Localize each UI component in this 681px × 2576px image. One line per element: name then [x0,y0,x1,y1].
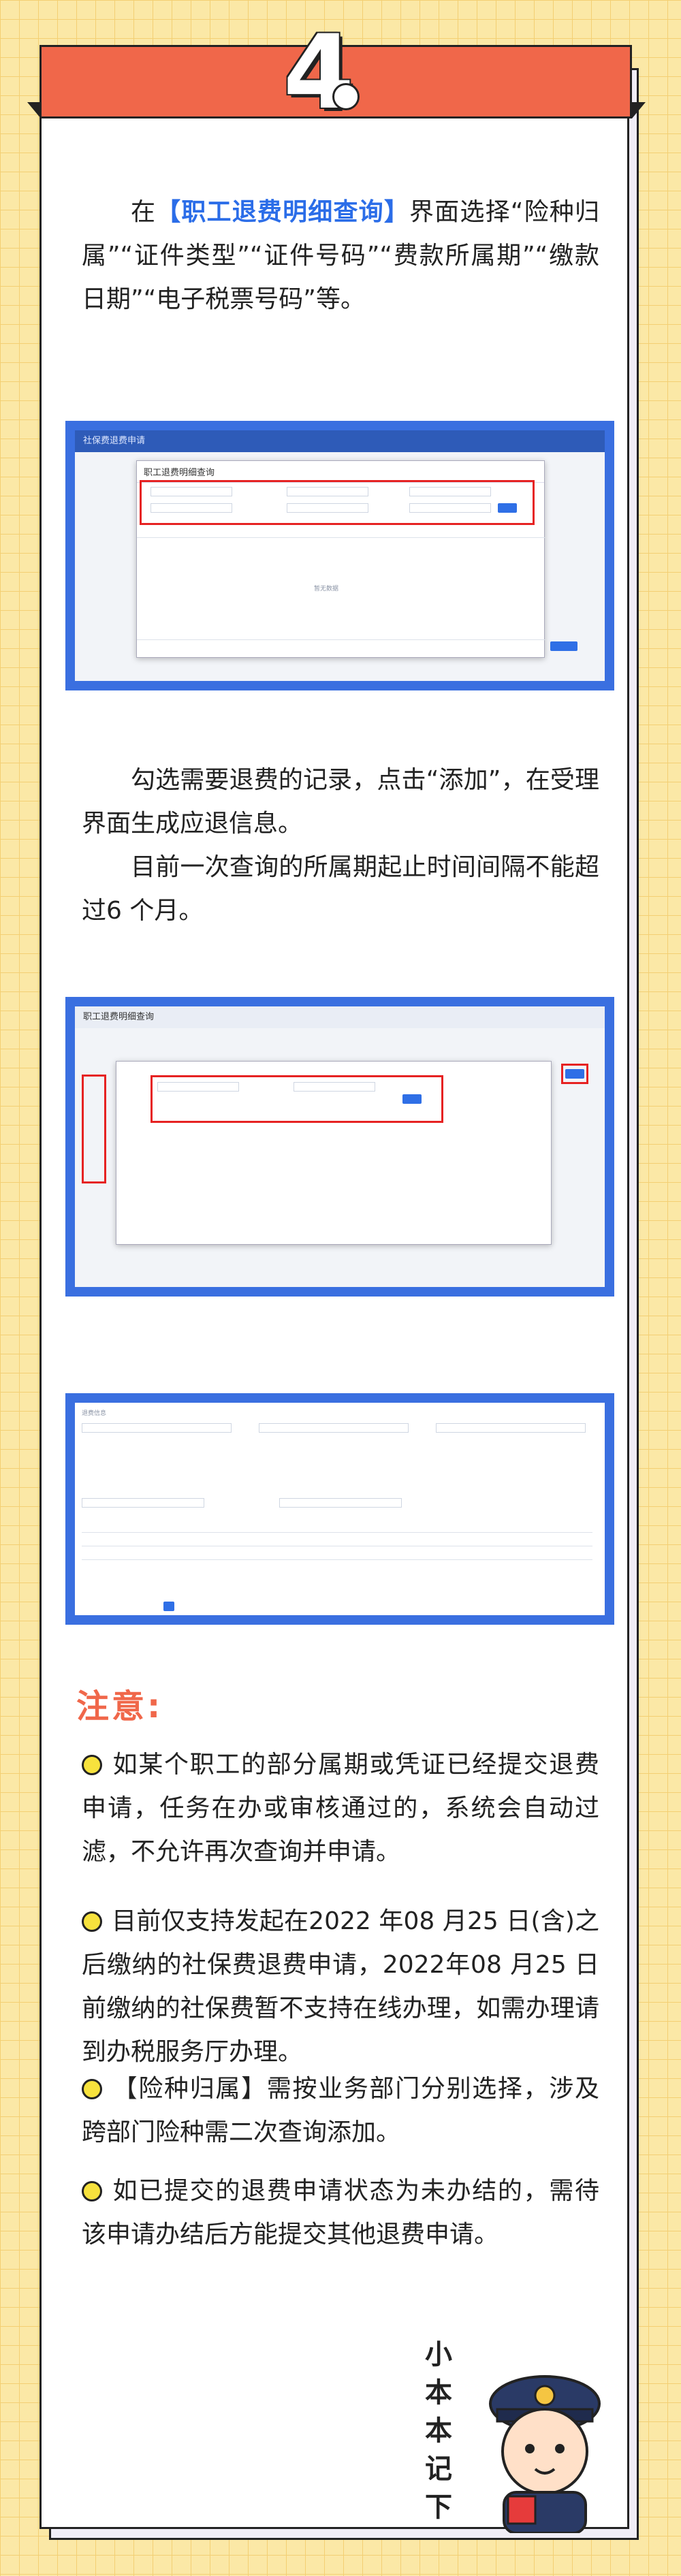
intro-highlight: 【职工退费明细查询】 [156,198,410,226]
notice-text-1: 如某个职工的部分属期或凭证已经提交退费申请，任务在办或审核通过的，系统会自动过滤… [82,1751,599,1866]
intro-paragraph: 在【职工退费明细查询】界面选择“险种归属”“证件类型”“证件号码”“费款所属期”… [82,191,599,321]
notice-item-2: 目前仅支持发起在2022 年08 月25 日(含)之后缴纳的社保费退费申请，20… [82,1900,599,2074]
query-modal-2 [116,1061,552,1245]
bullet-icon [82,2079,102,2099]
section-number-dot [332,83,360,110]
section-number: 4 [283,14,355,132]
notice-text-3: 【险种归属】需按业务部门分别选择，涉及跨部门险种需二次查询添加。 [82,2075,599,2146]
info-field-2 [259,1423,409,1433]
query-modal: 职工退费明细查询 暂无数据 [136,460,545,658]
notice-text-4: 如已提交的退费申请状态为未办结的，需待该申请办结后方能提交其他退费申请。 [82,2177,599,2248]
mascot-caption: 小本本记下 [425,2339,452,2523]
notice-item-4: 如已提交的退费申请状态为未办结的，需待该申请办结后方能提交其他退费申请。 [82,2169,599,2257]
screenshot-query-dialog: 社保费退费申请 职工退费明细查询 暂无数据 [65,421,614,690]
table-footer-line [137,639,545,640]
bullet-icon [82,2181,102,2201]
notice-title: 注意: [76,1687,163,1726]
bullet-icon [82,1755,102,1775]
notice-item-3: 【险种归属】需按业务部门分别选择，涉及跨部门险种需二次查询添加。 [82,2067,599,2154]
pagination-current[interactable] [163,1602,174,1611]
add-button-2[interactable] [565,1069,584,1079]
screen-2: 职工退费明细查询 [75,1006,605,1287]
ribbon-fold-left [27,102,41,118]
checkbox-column-box [82,1075,106,1183]
table-header-line [137,537,545,538]
notice-text-2: 目前仅支持发起在2022 年08 月25 日(含)之后缴纳的社保费退费申请，20… [82,1907,599,2066]
screen-3: 退费信息 [75,1403,605,1615]
table-line-3 [82,1559,592,1560]
add-button[interactable] [550,641,577,651]
mascot-icon [489,2375,601,2533]
notice-item-1: 如某个职工的部分属期或凭证已经提交退费申请，任务在办或审核通过的，系统会自动过滤… [82,1743,599,1874]
highlight-box-2 [151,1075,443,1123]
step2-line2: 目前一次查询的所属期起止时间间隔不能超过6 个月。 [82,853,599,925]
bullet-icon [82,1911,102,1932]
step2-line1: 勾选需要退费的记录，点击“添加”，在受理界面生成应退信息。 [82,766,599,838]
ribbon-fold-right [632,102,646,118]
refund-section-label: 退费信息 [82,1410,107,1417]
window-title: 社保费退费申请 [75,430,605,452]
window-title-2: 职工退费明细查询 [75,1006,605,1028]
info-field-4 [82,1498,204,1508]
table-line-1 [82,1532,592,1533]
intro-prefix: 在 [131,198,157,226]
empty-text: 暂无数据 [314,586,339,592]
highlight-box [140,480,535,525]
screenshot-select-records: 职工退费明细查询 [65,997,614,1297]
info-field-1 [82,1423,232,1433]
screen-1: 社保费退费申请 职工退费明细查询 暂无数据 [75,430,605,681]
info-field-3 [436,1423,586,1433]
info-field-5 [279,1498,402,1508]
screenshot-refund-info: 退费信息 [65,1393,614,1625]
